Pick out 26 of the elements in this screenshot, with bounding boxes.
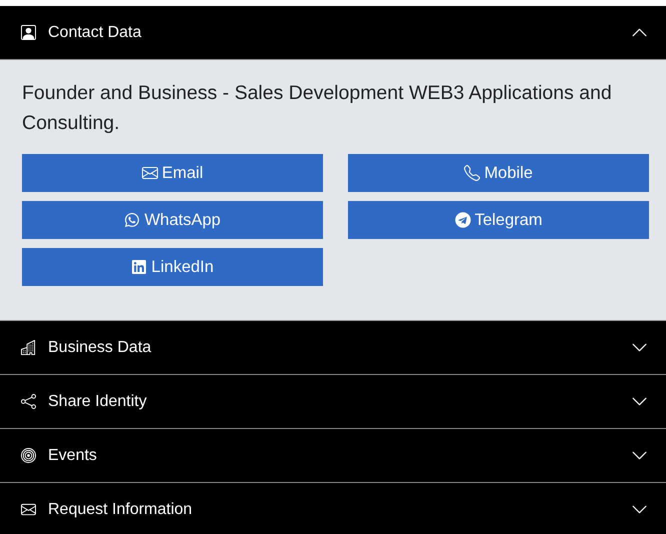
section-title: Business Data	[48, 338, 152, 356]
section-header[interactable]: Contact Data	[0, 6, 666, 60]
section-title: Request Information	[48, 500, 194, 518]
linkedin-icon	[131, 259, 148, 275]
section-title: Events	[48, 446, 98, 464]
contact-button[interactable]: LinkedIn	[22, 248, 323, 286]
contact-button[interactable]: Telegram	[348, 201, 649, 239]
envelope-icon	[21, 502, 36, 517]
phone-icon	[464, 165, 480, 181]
section-header[interactable]: Events	[0, 429, 666, 483]
section-header[interactable]: Request Information	[0, 483, 666, 534]
description-text: Founder and Business - Sales Development WEB3 Applications and Consulting.	[22, 81, 613, 136]
chat-bubble-icon	[124, 212, 140, 228]
section-title: Contact Data	[48, 24, 142, 42]
section-header[interactable]: Business Data	[0, 321, 666, 375]
buildings-icon	[21, 340, 36, 355]
section-title: Share Identity	[48, 392, 148, 410]
section-header[interactable]: Share Identity	[0, 375, 666, 429]
target-icon	[21, 448, 36, 463]
paper-plane-icon	[454, 212, 471, 228]
share-icon	[21, 394, 36, 409]
envelope-icon	[142, 165, 158, 181]
contact-button[interactable]: Email	[22, 154, 323, 192]
contact-button[interactable]: WhatsApp	[22, 201, 323, 239]
contact-button[interactable]: Mobile	[348, 154, 649, 192]
contact-card-icon	[21, 25, 36, 40]
